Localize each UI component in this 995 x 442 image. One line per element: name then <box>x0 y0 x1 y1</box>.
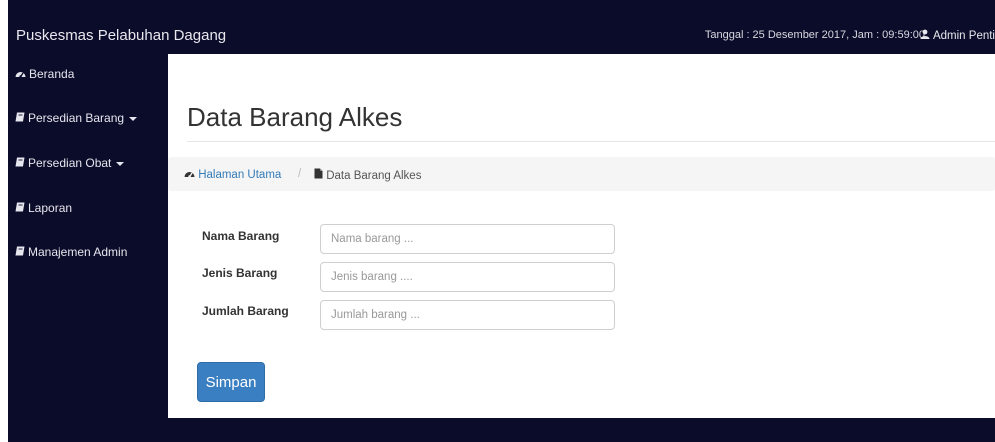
page-title: Data Barang Alkes <box>187 102 403 132</box>
sidebar-item-label: Persedian Obat <box>28 156 112 170</box>
sidebar-item-label: Persedian Barang <box>28 111 125 125</box>
user-name: Admin Penti <box>932 30 995 42</box>
user-menu[interactable]: Admin Penti <box>920 29 995 42</box>
title-divider <box>187 141 995 142</box>
file-icon <box>314 168 326 182</box>
dashboard-icon <box>184 169 198 181</box>
breadcrumb: Halaman Utama / Data Barang Alkes <box>168 157 995 191</box>
sidebar-item-label: Laporan <box>28 201 73 215</box>
breadcrumb-home-link[interactable]: Halaman Utama <box>184 168 281 181</box>
dashboard-icon <box>15 67 26 81</box>
chevron-down-icon <box>129 116 138 121</box>
main-content: Data Barang Alkes Halaman Utama / Data B… <box>168 54 995 418</box>
footer-bar <box>8 418 995 442</box>
nama-barang-input[interactable] <box>320 224 615 254</box>
breadcrumb-separator: / <box>298 168 302 180</box>
chevron-down-icon <box>116 161 125 166</box>
simpan-button[interactable]: Simpan <box>197 362 265 402</box>
sidebar-item-label: Manajemen Admin <box>28 245 128 259</box>
sidebar: Beranda Persedian Barang Persedian Obat … <box>8 54 168 418</box>
sidebar-item-beranda[interactable]: Beranda <box>15 67 74 81</box>
jenis-barang-input[interactable] <box>320 262 615 292</box>
nama-barang-label: Nama Barang <box>202 229 280 243</box>
sidebar-item-manajemen-admin[interactable]: Manajemen Admin <box>15 245 127 259</box>
top-navbar: Puskesmas Pelabuhan Dagang Tanggal : 25 … <box>8 18 995 54</box>
user-icon <box>920 29 930 42</box>
jumlah-barang-label: Jumlah Barang <box>202 304 289 318</box>
brand-title[interactable]: Puskesmas Pelabuhan Dagang <box>16 27 226 44</box>
book-icon <box>15 111 25 125</box>
breadcrumb-home-label: Halaman Utama <box>198 169 282 181</box>
book-icon <box>15 201 25 215</box>
datetime-text: Tanggal : 25 Desember 2017, Jam : 09:59:… <box>704 29 925 41</box>
book-icon <box>15 156 25 170</box>
breadcrumb-current: Data Barang Alkes <box>314 168 421 182</box>
sidebar-item-laporan[interactable]: Laporan <box>15 201 72 215</box>
sidebar-item-label: Beranda <box>29 67 75 81</box>
sidebar-item-persedian-obat[interactable]: Persedian Obat <box>15 156 125 170</box>
jenis-barang-label: Jenis Barang <box>202 266 278 280</box>
breadcrumb-current-label: Data Barang Alkes <box>326 170 422 182</box>
book-icon <box>15 245 25 259</box>
sidebar-item-persedian-barang[interactable]: Persedian Barang <box>15 111 138 125</box>
jumlah-barang-input[interactable] <box>320 300 615 330</box>
